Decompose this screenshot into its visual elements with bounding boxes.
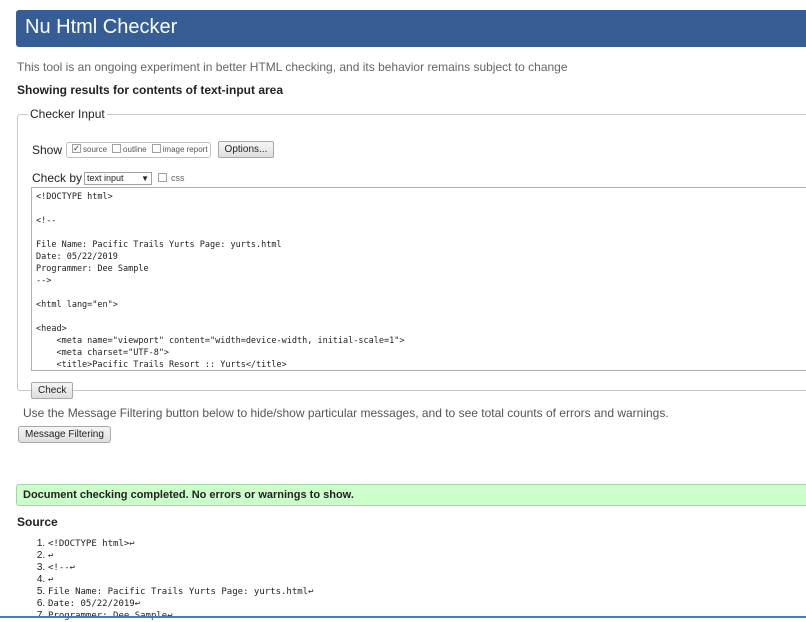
source-line: <!DOCTYPE html>↩ <box>48 538 314 550</box>
message-filtering-hint: Use the Message Filtering button below t… <box>23 406 669 420</box>
source-heading: Source <box>17 515 58 529</box>
outline-checkbox[interactable] <box>112 144 122 153</box>
app-header: Nu Html Checker <box>16 10 806 47</box>
css-checkbox[interactable] <box>158 172 168 182</box>
source-checkbox[interactable]: ✓ <box>72 144 82 153</box>
source-textarea[interactable]: <!DOCTYPE html> <!-- File Name: Pacific … <box>31 187 806 371</box>
showing-results-heading: Showing results for contents of text-inp… <box>17 83 284 97</box>
image-report-option-label: image report <box>162 145 208 154</box>
success-message: Document checking completed. No errors o… <box>23 489 354 501</box>
dropdown-arrow-icon: ▼ <box>141 173 150 183</box>
source-line: ↩ <box>48 550 314 562</box>
show-options-group: ✓ source outline image report <box>66 141 211 158</box>
textarea-content: <!DOCTYPE html> <!-- File Name: Pacific … <box>36 192 405 370</box>
success-message-box: Document checking completed. No errors o… <box>16 484 806 506</box>
message-filtering-button[interactable]: Message Filtering <box>18 426 111 443</box>
options-button[interactable]: Options... <box>217 141 275 158</box>
check-by-row: Check by text input ▼ css <box>32 171 185 185</box>
source-listing: <!DOCTYPE html>↩ ↩ <!--↩ ↩ File Name: Pa… <box>0 538 314 622</box>
checker-input-legend: Checker Input <box>30 107 105 121</box>
page-title: Nu Html Checker <box>25 16 178 38</box>
show-options-row: Show ✓ source outline image report Optio… <box>32 141 275 158</box>
check-by-selected-value: text input <box>87 173 124 183</box>
check-button[interactable]: Check <box>31 382 74 399</box>
check-by-select[interactable]: text input ▼ <box>84 171 153 185</box>
source-line: ↩ <box>48 574 314 586</box>
intro-text: This tool is an ongoing experiment in be… <box>17 60 568 74</box>
source-option-label: source <box>83 145 108 154</box>
show-label: Show <box>32 142 63 157</box>
image-report-checkbox[interactable] <box>151 144 161 153</box>
checker-input-fieldset: Checker Input Show ✓ source outline imag… <box>17 107 806 399</box>
outline-option-label: outline <box>123 145 147 154</box>
source-line: File Name: Pacific Trails Yurts Page: yu… <box>48 586 314 598</box>
source-line: <!--↩ <box>48 562 314 574</box>
source-line: Date: 05/22/2019↩ <box>48 598 314 610</box>
css-label: css <box>171 173 185 183</box>
check-by-label: Check by <box>32 171 83 185</box>
